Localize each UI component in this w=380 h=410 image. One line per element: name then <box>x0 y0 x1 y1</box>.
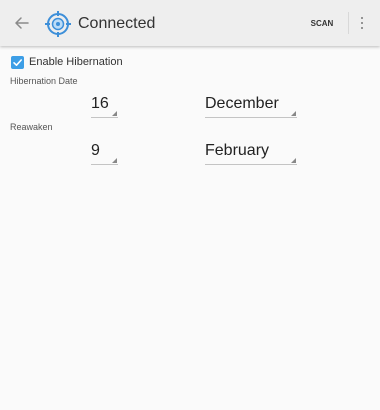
reawaken-day-value: 9 <box>91 142 100 159</box>
app-screen: Connected SCAN Enable Hibernation Hibern… <box>0 0 380 410</box>
hibernation-day-spinner[interactable]: 16 <box>91 94 118 118</box>
spinner-arrow-icon <box>112 158 117 163</box>
page-title: Connected <box>78 15 156 32</box>
spinner-arrow-icon <box>112 111 117 116</box>
spinner-arrow-icon <box>291 111 296 116</box>
spinner-underline <box>91 164 118 165</box>
enable-hibernation-label: Enable Hibernation <box>29 56 123 68</box>
hibernation-month-value: December <box>205 95 279 112</box>
reawaken-day-spinner[interactable]: 9 <box>91 141 118 165</box>
reawaken-month-spinner[interactable]: February <box>205 141 297 165</box>
hibernation-month-spinner[interactable]: December <box>205 94 297 118</box>
checkmark-icon <box>13 59 22 66</box>
reawaken-month-value: February <box>205 142 270 159</box>
enable-hibernation-checkbox[interactable] <box>11 56 24 69</box>
app-logo <box>44 10 72 38</box>
crosshair-target-icon <box>45 11 71 37</box>
action-bar-divider <box>348 12 349 34</box>
hibernation-day-value: 16 <box>91 95 109 112</box>
scan-button[interactable]: SCAN <box>304 16 340 32</box>
arrow-left-icon <box>15 17 29 29</box>
spinner-underline <box>205 117 297 118</box>
spinner-arrow-icon <box>291 158 296 163</box>
back-button[interactable] <box>12 13 32 33</box>
overflow-menu-button[interactable] <box>357 15 367 33</box>
spinner-underline <box>205 164 297 165</box>
hibernation-date-label: Hibernation Date <box>10 76 78 86</box>
spinner-underline <box>91 117 118 118</box>
action-bar: Connected SCAN <box>0 0 380 46</box>
reawaken-label: Reawaken <box>10 122 53 132</box>
more-vertical-icon <box>357 17 367 29</box>
